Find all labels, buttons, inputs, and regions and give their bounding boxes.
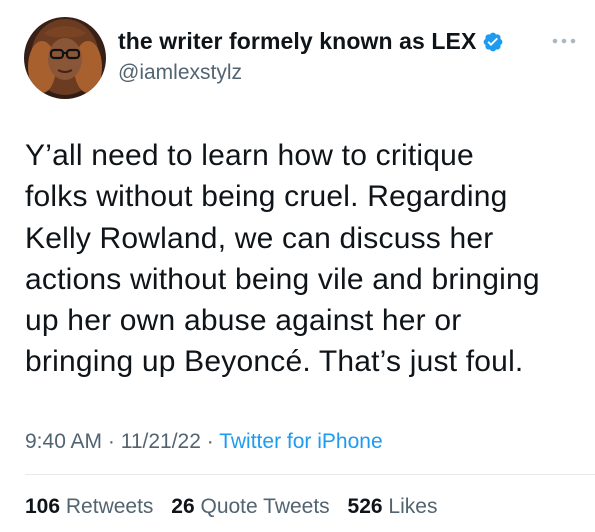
display-name[interactable]: the writer formely known as LEX [118,28,476,55]
tweet-date[interactable]: 11/21/22 [121,430,201,453]
meta-separator: · [200,430,220,453]
engagement-stats: 106 Retweets 26 Quote Tweets 526 Likes [25,495,449,519]
quote-tweets-label: Quote Tweets [200,495,330,518]
avatar-image [28,19,102,95]
author-handle[interactable]: @iamlexstylz [118,61,242,85]
likes-stat[interactable]: 526 Likes [348,495,438,519]
tweet-meta: 9:40 AM · 11/21/22 · Twitter for iPhone [25,430,383,454]
more-options-icon[interactable] [549,34,579,48]
likes-label: Likes [388,495,438,518]
tweet-card: the writer formely known as LEX @iamlexs… [0,0,595,532]
quote-tweets-count: 26 [171,495,195,518]
verified-badge-icon [482,31,504,53]
retweets-count: 106 [25,495,61,518]
likes-count: 526 [347,495,383,518]
tweet-text-line: Kelly Rowland, we can discuss her [25,221,494,255]
divider [25,474,595,475]
tweet-text-line: Y’all need to learn how to critique [25,139,474,172]
retweets-label: Retweets [65,495,154,518]
author-name-row[interactable]: the writer formely known as LEX [118,28,504,55]
tweet-text-line: bringing up Beyoncé. That’s just foul. [25,345,524,379]
tweet-text-line: folks without being cruel. Regarding [25,180,508,214]
tweet-text: Y’all need to learn how to critique folk… [25,135,585,383]
retweets-stat[interactable]: 106 Retweets [25,495,153,519]
meta-separator: · [102,430,121,453]
tweet-text-line: up her own abuse against her or [25,304,462,338]
tweet-source-link[interactable]: Twitter for iPhone [219,430,382,453]
tweet-time[interactable]: 9:40 AM [25,430,102,453]
avatar[interactable] [24,17,106,99]
tweet-text-line: actions without being vile and bringing [25,262,540,296]
quote-tweets-stat[interactable]: 26 Quote Tweets [171,495,329,519]
